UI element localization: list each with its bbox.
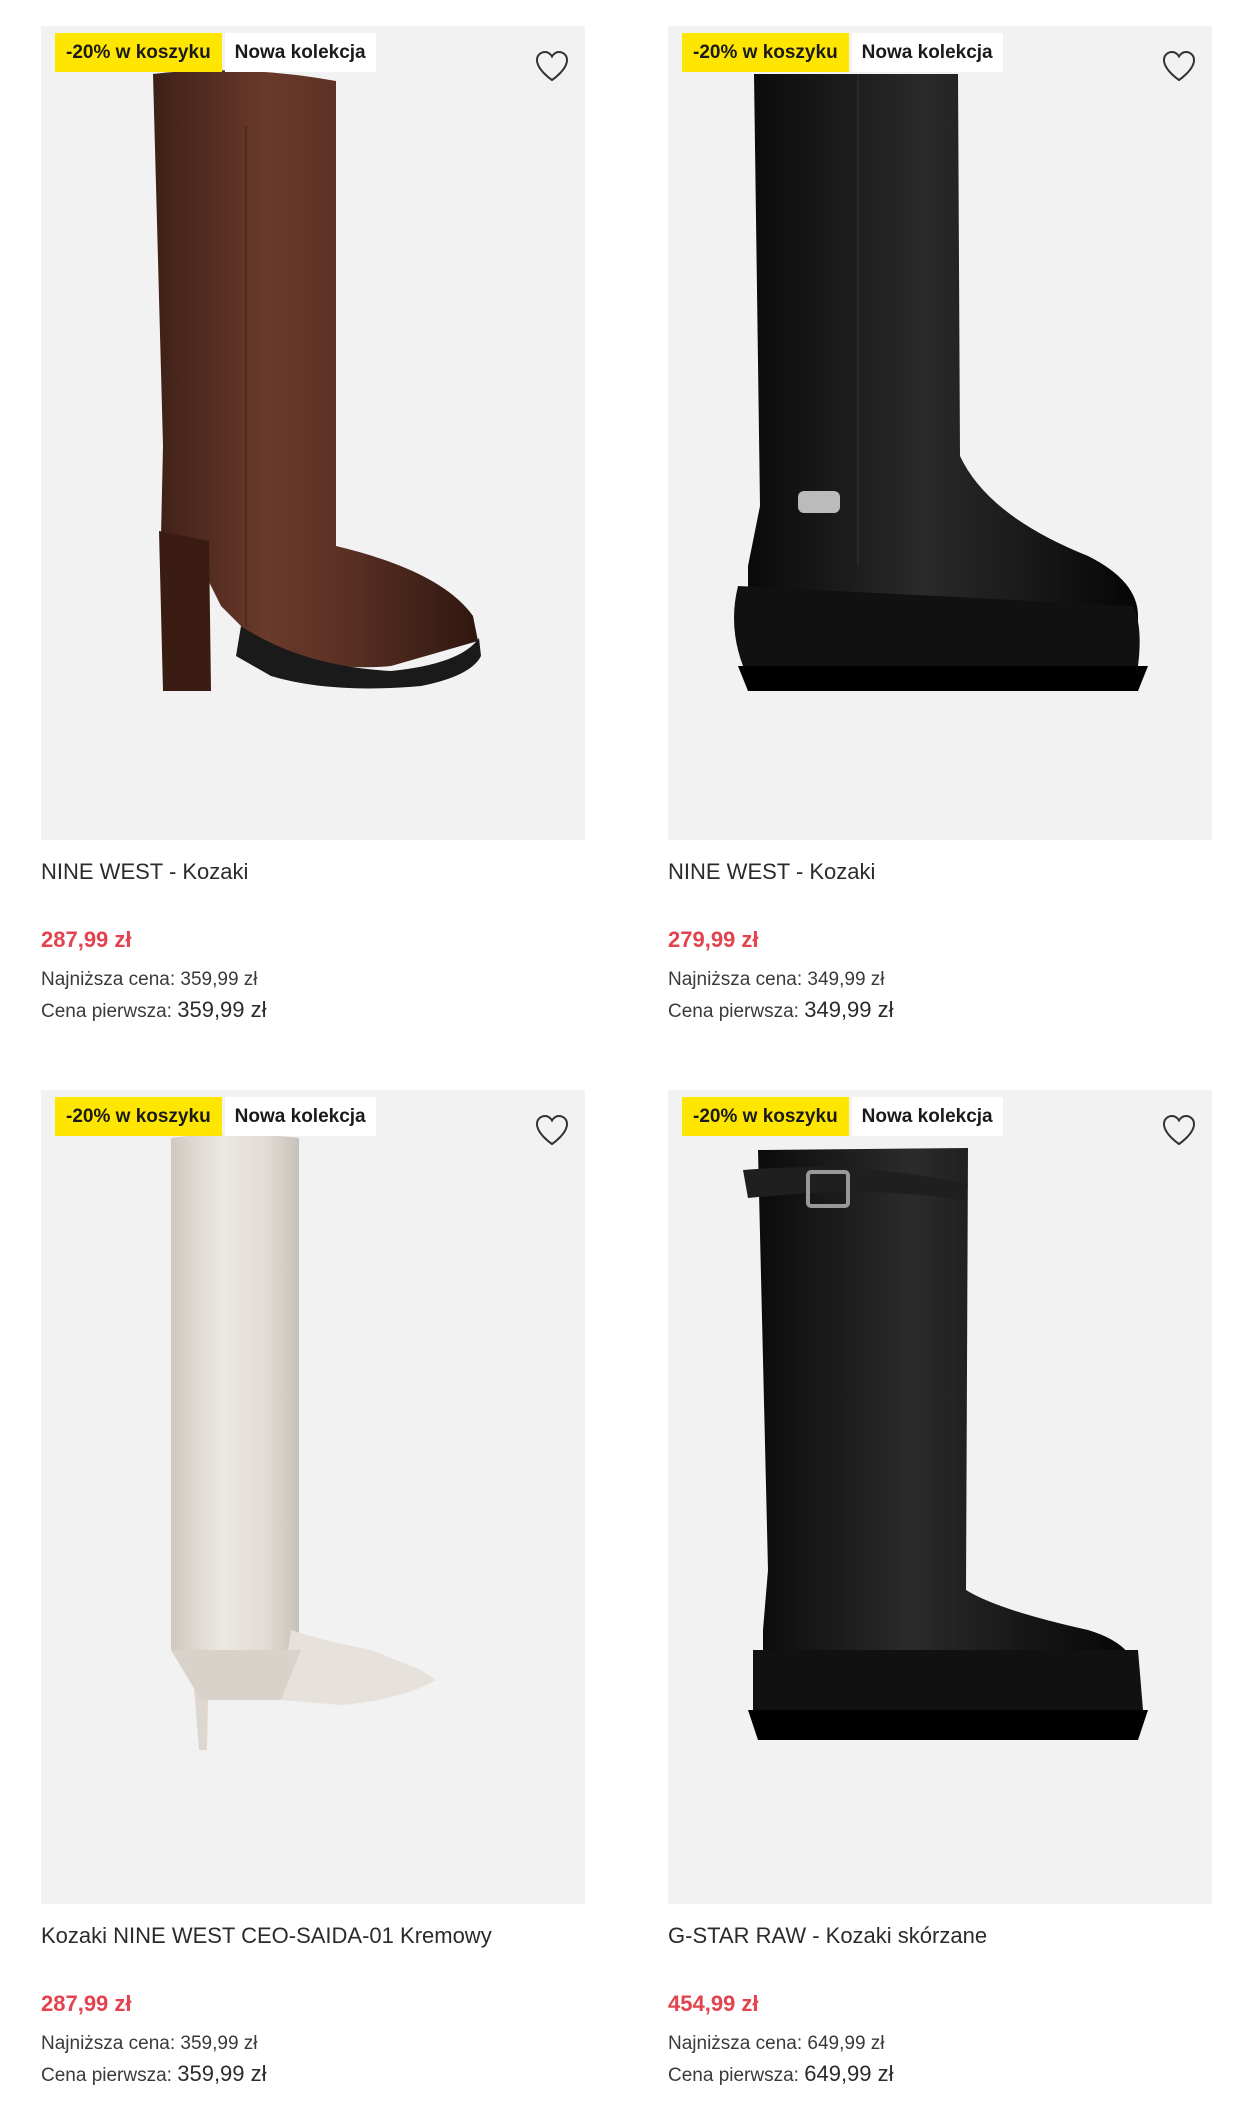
product-price: 454,99 zł [668,1991,759,2016]
first-price-label: Cena pierwsza: [41,1001,172,1022]
first-price-value: 359,99 zł [177,997,267,1022]
first-price-value: 649,99 zł [804,2061,894,2086]
badge-row: -20% w koszyku Nowa kolekcja [682,33,1003,72]
lowest-price-value: 359,99 zł [180,2033,258,2054]
lowest-price: Najniższa cena: 359,99 zł [41,967,585,993]
wishlist-button[interactable] [1158,44,1200,86]
cream-stiletto-boot-image [171,1134,436,1750]
new-collection-badge: Nowa kolekcja [224,1097,376,1136]
lowest-price-label: Najniższa cena: [668,969,803,990]
lowest-price: Najniższa cena: 359,99 zł [41,2031,585,2057]
discount-badge: -20% w koszyku [682,33,849,72]
heart-icon [535,50,569,81]
product-image[interactable]: -20% w koszyku Nowa kolekcja [41,1090,585,1904]
product-card[interactable]: -20% w koszyku Nowa kolekcja NINE WEST -… [668,26,1212,1025]
lowest-price-value: 359,99 zł [180,969,258,990]
product-price: 287,99 zł [41,927,132,952]
product-image[interactable]: -20% w koszyku Nowa kolekcja [668,26,1212,840]
lowest-price-value: 649,99 zł [807,2033,885,2054]
first-price-label: Cena pierwsza: [668,2065,799,2086]
discount-badge: -20% w koszyku [55,33,222,72]
first-price-value: 359,99 zł [177,2061,267,2086]
wishlist-button[interactable] [531,1108,573,1150]
first-price: Cena pierwsza: 349,99 zł [668,997,1212,1025]
product-card[interactable]: -20% w koszyku Nowa kolekcja NINE WEST -… [41,26,585,1025]
badge-row: -20% w koszyku Nowa kolekcja [55,1097,376,1136]
lowest-price-label: Najniższa cena: [668,2033,803,2054]
wishlist-button[interactable] [531,44,573,86]
first-price-value: 349,99 zł [804,997,894,1022]
first-price: Cena pierwsza: 359,99 zł [41,2061,585,2089]
product-title[interactable]: Kozaki NINE WEST CEO-SAIDA-01 Kremowy [41,1921,585,1951]
new-collection-badge: Nowa kolekcja [224,33,376,72]
product-title[interactable]: G-STAR RAW - Kozaki skórzane [668,1921,1212,1951]
discount-badge: -20% w koszyku [682,1097,849,1136]
heart-icon [535,1114,569,1145]
product-title[interactable]: NINE WEST - Kozaki [668,857,1212,887]
brown-heeled-knee-boot-image [153,70,481,691]
product-image[interactable]: -20% w koszyku Nowa kolekcja [41,26,585,840]
product-card[interactable]: -20% w koszyku Nowa kolekcja Kozaki NINE… [41,1090,585,2089]
lowest-price-label: Najniższa cena: [41,969,176,990]
product-price: 279,99 zł [668,927,759,952]
product-card[interactable]: -20% w koszyku Nowa kolekcja G-STAR RAW … [668,1090,1212,2089]
heart-icon [1162,1114,1196,1145]
black-platform-knee-boot-image [734,74,1148,691]
product-image[interactable]: -20% w koszyku Nowa kolekcja [668,1090,1212,1904]
first-price-label: Cena pierwsza: [668,1001,799,1022]
lowest-price: Najniższa cena: 349,99 zł [668,967,1212,993]
lowest-price: Najniższa cena: 649,99 zł [668,2031,1212,2057]
first-price: Cena pierwsza: 359,99 zł [41,997,585,1025]
black-leather-strap-boot-image [743,1148,1148,1740]
product-price: 287,99 zł [41,1991,132,2016]
product-title[interactable]: NINE WEST - Kozaki [41,857,585,887]
first-price: Cena pierwsza: 649,99 zł [668,2061,1212,2089]
lowest-price-label: Najniższa cena: [41,2033,176,2054]
badge-row: -20% w koszyku Nowa kolekcja [682,1097,1003,1136]
heart-icon [1162,50,1196,81]
badge-row: -20% w koszyku Nowa kolekcja [55,33,376,72]
lowest-price-value: 349,99 zł [807,969,885,990]
new-collection-badge: Nowa kolekcja [851,1097,1003,1136]
first-price-label: Cena pierwsza: [41,2065,172,2086]
wishlist-button[interactable] [1158,1108,1200,1150]
new-collection-badge: Nowa kolekcja [851,33,1003,72]
discount-badge: -20% w koszyku [55,1097,222,1136]
